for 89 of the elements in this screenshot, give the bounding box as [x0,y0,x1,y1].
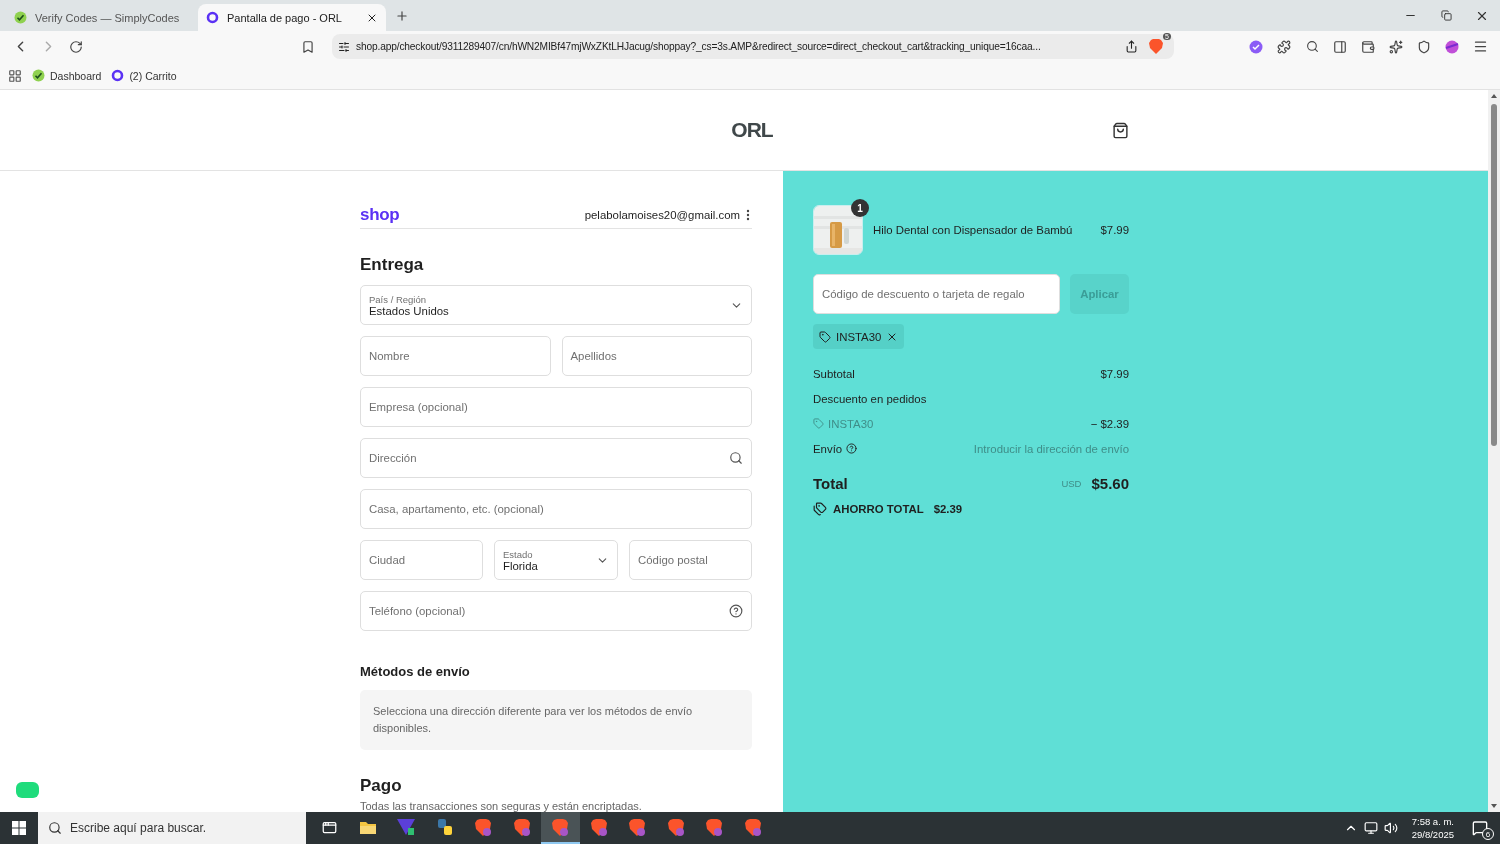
savings-label: AHORRO TOTAL [833,502,924,515]
product-name: Hilo Dental con Dispensador de Bambú [873,224,1074,236]
input-field[interactable]: Dirección [360,438,752,478]
browser-tab[interactable]: Pantalla de pago - ORL [198,4,386,31]
windows-icon [12,821,26,835]
shipping-value: Introducir la dirección de envío [973,442,1129,455]
sidebar-icon [1333,39,1347,54]
info-message: Selecciona una dirección diferente para ver los métodos de envío disponibles. [360,690,752,750]
lion-shield-icon [666,817,685,837]
check-icon [32,69,45,82]
section-title: Pago [360,776,403,796]
avatar-icon [1445,39,1459,54]
bookmark-link[interactable]: (2) Carrito [111,69,177,82]
input-field[interactable]: Teléfono (opcional) [360,591,752,631]
ring-icon [111,69,125,82]
folder-icon [358,819,377,835]
payment-note: Todas las transacciones son seguras y están encriptadas. [360,800,643,812]
taskbar-search-field[interactable]: Escribe aquí para buscar. [38,812,306,844]
check-icon [1249,39,1263,54]
total-value: $5.60 [1091,475,1129,492]
lion-shield-icon [474,817,493,837]
message-icon [1472,820,1488,836]
discount-code: INSTA30 [828,417,874,430]
lion-shield-icon [705,817,724,837]
sliders-icon [338,40,350,53]
quantity-badge: 1 [851,199,869,217]
network-icon[interactable] [1363,821,1378,835]
triangle-shield-icon [396,818,417,836]
subtotal-label: Subtotal [813,367,856,380]
select-field[interactable]: Estado Florida [494,540,618,580]
lion-shield-icon [512,817,531,837]
input-field[interactable]: Empresa (opcional) [360,387,752,427]
input-field[interactable]: Ciudad [360,540,483,580]
section-title: Métodos de envío [360,664,471,679]
ring-icon [206,11,219,24]
shipping-label: Envío [813,442,843,455]
lion-shield-icon [743,817,762,837]
apps-icon[interactable] [8,68,22,83]
volume-icon[interactable] [1383,821,1398,835]
bookmark-link[interactable]: Dashboard [32,69,102,82]
discount-label: Descuento en pedidos [813,392,927,405]
bookmark-icon [301,39,315,54]
lion-shield-icon [551,817,570,837]
select-field[interactable]: País / Región Estados Unidos [360,285,752,325]
tag-icon [813,418,824,429]
subtotal-value: $7.99 [1100,367,1129,380]
search-icon [48,821,62,835]
input-field[interactable]: Código postal [629,540,752,580]
input-field[interactable]: Nombre [360,336,551,376]
store-logo[interactable]: ORL [380,118,1112,142]
help-icon[interactable] [846,443,858,454]
scrollbar[interactable] [1488,90,1500,812]
help-icon [729,604,743,618]
savings-value: $2.39 [933,502,963,515]
tags-icon [813,501,827,516]
more-options-icon[interactable] [744,208,752,221]
input-field[interactable]: Apellidos [561,336,752,376]
plus-icon [395,8,409,23]
discount-amount: − $2.39 [1090,417,1129,430]
brand-logo: shop [360,204,400,225]
search-placeholder: Escribe aquí para buscar. [70,821,207,835]
count-badge: 6 [1482,828,1494,840]
share-icon[interactable] [1125,40,1138,53]
search-icon [729,451,743,465]
tag-icon [819,330,831,343]
section-title: Entrega [360,255,425,275]
account-email: pelabolamoises20@gmail.com [584,208,740,221]
shield-icon [1417,39,1431,54]
discount-code-field[interactable]: Código de descuento o tarjeta de regalo [813,274,1060,314]
product-price: $7.99 [1100,224,1129,236]
lion-shield-icon [628,817,647,837]
lion-shield-icon [1149,39,1163,54]
puzzle-icon [1277,39,1291,54]
task-view-icon [321,819,337,835]
wallet-icon [1361,39,1375,54]
browser-tab[interactable]: Verify Codes — SimplyCodes [6,4,194,31]
discount-code: INSTA30 [836,330,882,343]
search-icon [1305,40,1319,53]
lion-shield-icon [589,817,608,837]
check-icon [14,11,27,24]
total-label: Total [813,475,848,492]
restore-icon [1440,10,1452,21]
input-field[interactable]: Casa, apartamento, etc. (opcional) [360,489,752,529]
currency-code: USD [1061,478,1082,489]
reload-icon [69,39,83,54]
shopping-bag-icon[interactable] [1112,121,1129,139]
sparkles-icon [1389,39,1403,54]
menu-icon [1472,39,1488,54]
taskbar-clock[interactable]: 7:58 a. m. 29/8/2025 [1411,815,1454,841]
